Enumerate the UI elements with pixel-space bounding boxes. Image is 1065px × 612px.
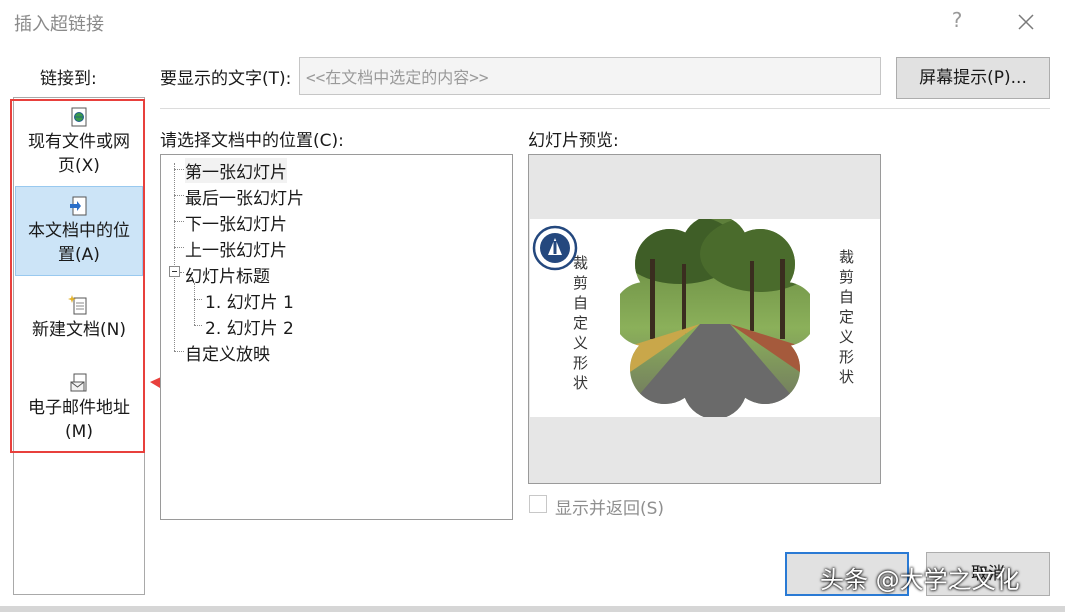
new-document-icon (68, 295, 87, 315)
nav-new-doc-label: 新建文档(N) (32, 320, 126, 340)
link-to-label: 链接到: (40, 69, 97, 89)
location-label: 请选择文档中的位置(C): (160, 131, 344, 151)
tree-node-next-slide[interactable]: 下一张幻灯片 (185, 210, 287, 235)
tree-node-slide-titles[interactable]: 幻灯片标题 (185, 262, 270, 287)
background-strip (0, 606, 1065, 612)
tree-node-last-slide[interactable]: 最后一张幻灯片 (185, 184, 304, 209)
nav-email-label-2: (M) (65, 422, 93, 442)
nav-place-in-document[interactable]: 本文档中的位 置(A) (15, 186, 143, 276)
tree-node-first-slide[interactable]: 第一张幻灯片 (185, 158, 287, 183)
tree-node-custom-show[interactable]: 自定义放映 (185, 340, 270, 365)
screentip-button[interactable]: 屏幕提示(P)... (896, 57, 1050, 99)
document-bookmark-icon (70, 196, 87, 216)
cloud-cropped-photo (620, 219, 810, 417)
show-and-return-label: 显示并返回(S) (555, 499, 665, 519)
close-icon (1018, 14, 1034, 30)
web-page-icon (71, 107, 87, 127)
show-and-return-checkbox[interactable] (529, 495, 547, 513)
tree-node-slide-1[interactable]: 1. 幻灯片 1 (205, 288, 294, 313)
email-icon (70, 373, 87, 392)
location-tree[interactable]: 第一张幻灯片 最后一张幻灯片 下一张幻灯片 上一张幻灯片 幻灯片标题 1. 幻灯… (160, 154, 513, 520)
nav-place-label-1: 本文档中的位 (28, 221, 130, 241)
tree-node-previous-slide[interactable]: 上一张幻灯片 (185, 236, 287, 261)
slide-left-vertical-text: 裁剪自定义形状 (571, 255, 589, 395)
display-text-input[interactable]: <<在文档中选定的内容>> (299, 57, 881, 95)
watermark-text: 头条 @大学之文化 (820, 566, 1020, 594)
close-button[interactable] (1008, 4, 1044, 40)
help-button[interactable]: ? (945, 8, 969, 36)
slide-thumbnail: 裁剪自定义形状 裁剪自定义形状 (530, 219, 880, 417)
link-to-panel: 现有文件或网 页(X) 本文档中的位 置(A) 新建文档(N) 电子邮件地址 (… (13, 97, 145, 595)
nav-place-label-2: 置(A) (58, 245, 100, 265)
display-text-label: 要显示的文字(T): (160, 69, 292, 89)
nav-existing-label-1: 现有文件或网 (28, 132, 130, 152)
nav-email-label-1: 电子邮件地址 (28, 398, 130, 418)
dialog-title: 插入超链接 (14, 14, 104, 35)
slide-preview: 裁剪自定义形状 裁剪自定义形状 (528, 154, 881, 484)
nav-email-address[interactable]: 电子邮件地址 (M) (15, 372, 143, 452)
tree-node-slide-2[interactable]: 2. 幻灯片 2 (205, 314, 294, 339)
nav-new-document[interactable]: 新建文档(N) (15, 294, 143, 364)
slide-preview-label: 幻灯片预览: (528, 131, 619, 151)
nav-existing-file-or-web[interactable]: 现有文件或网 页(X) (15, 106, 143, 186)
divider (160, 108, 1050, 109)
nav-existing-label-2: 页(X) (58, 156, 100, 176)
slide-right-vertical-text: 裁剪自定义形状 (837, 249, 855, 389)
collapse-icon[interactable] (169, 266, 180, 277)
